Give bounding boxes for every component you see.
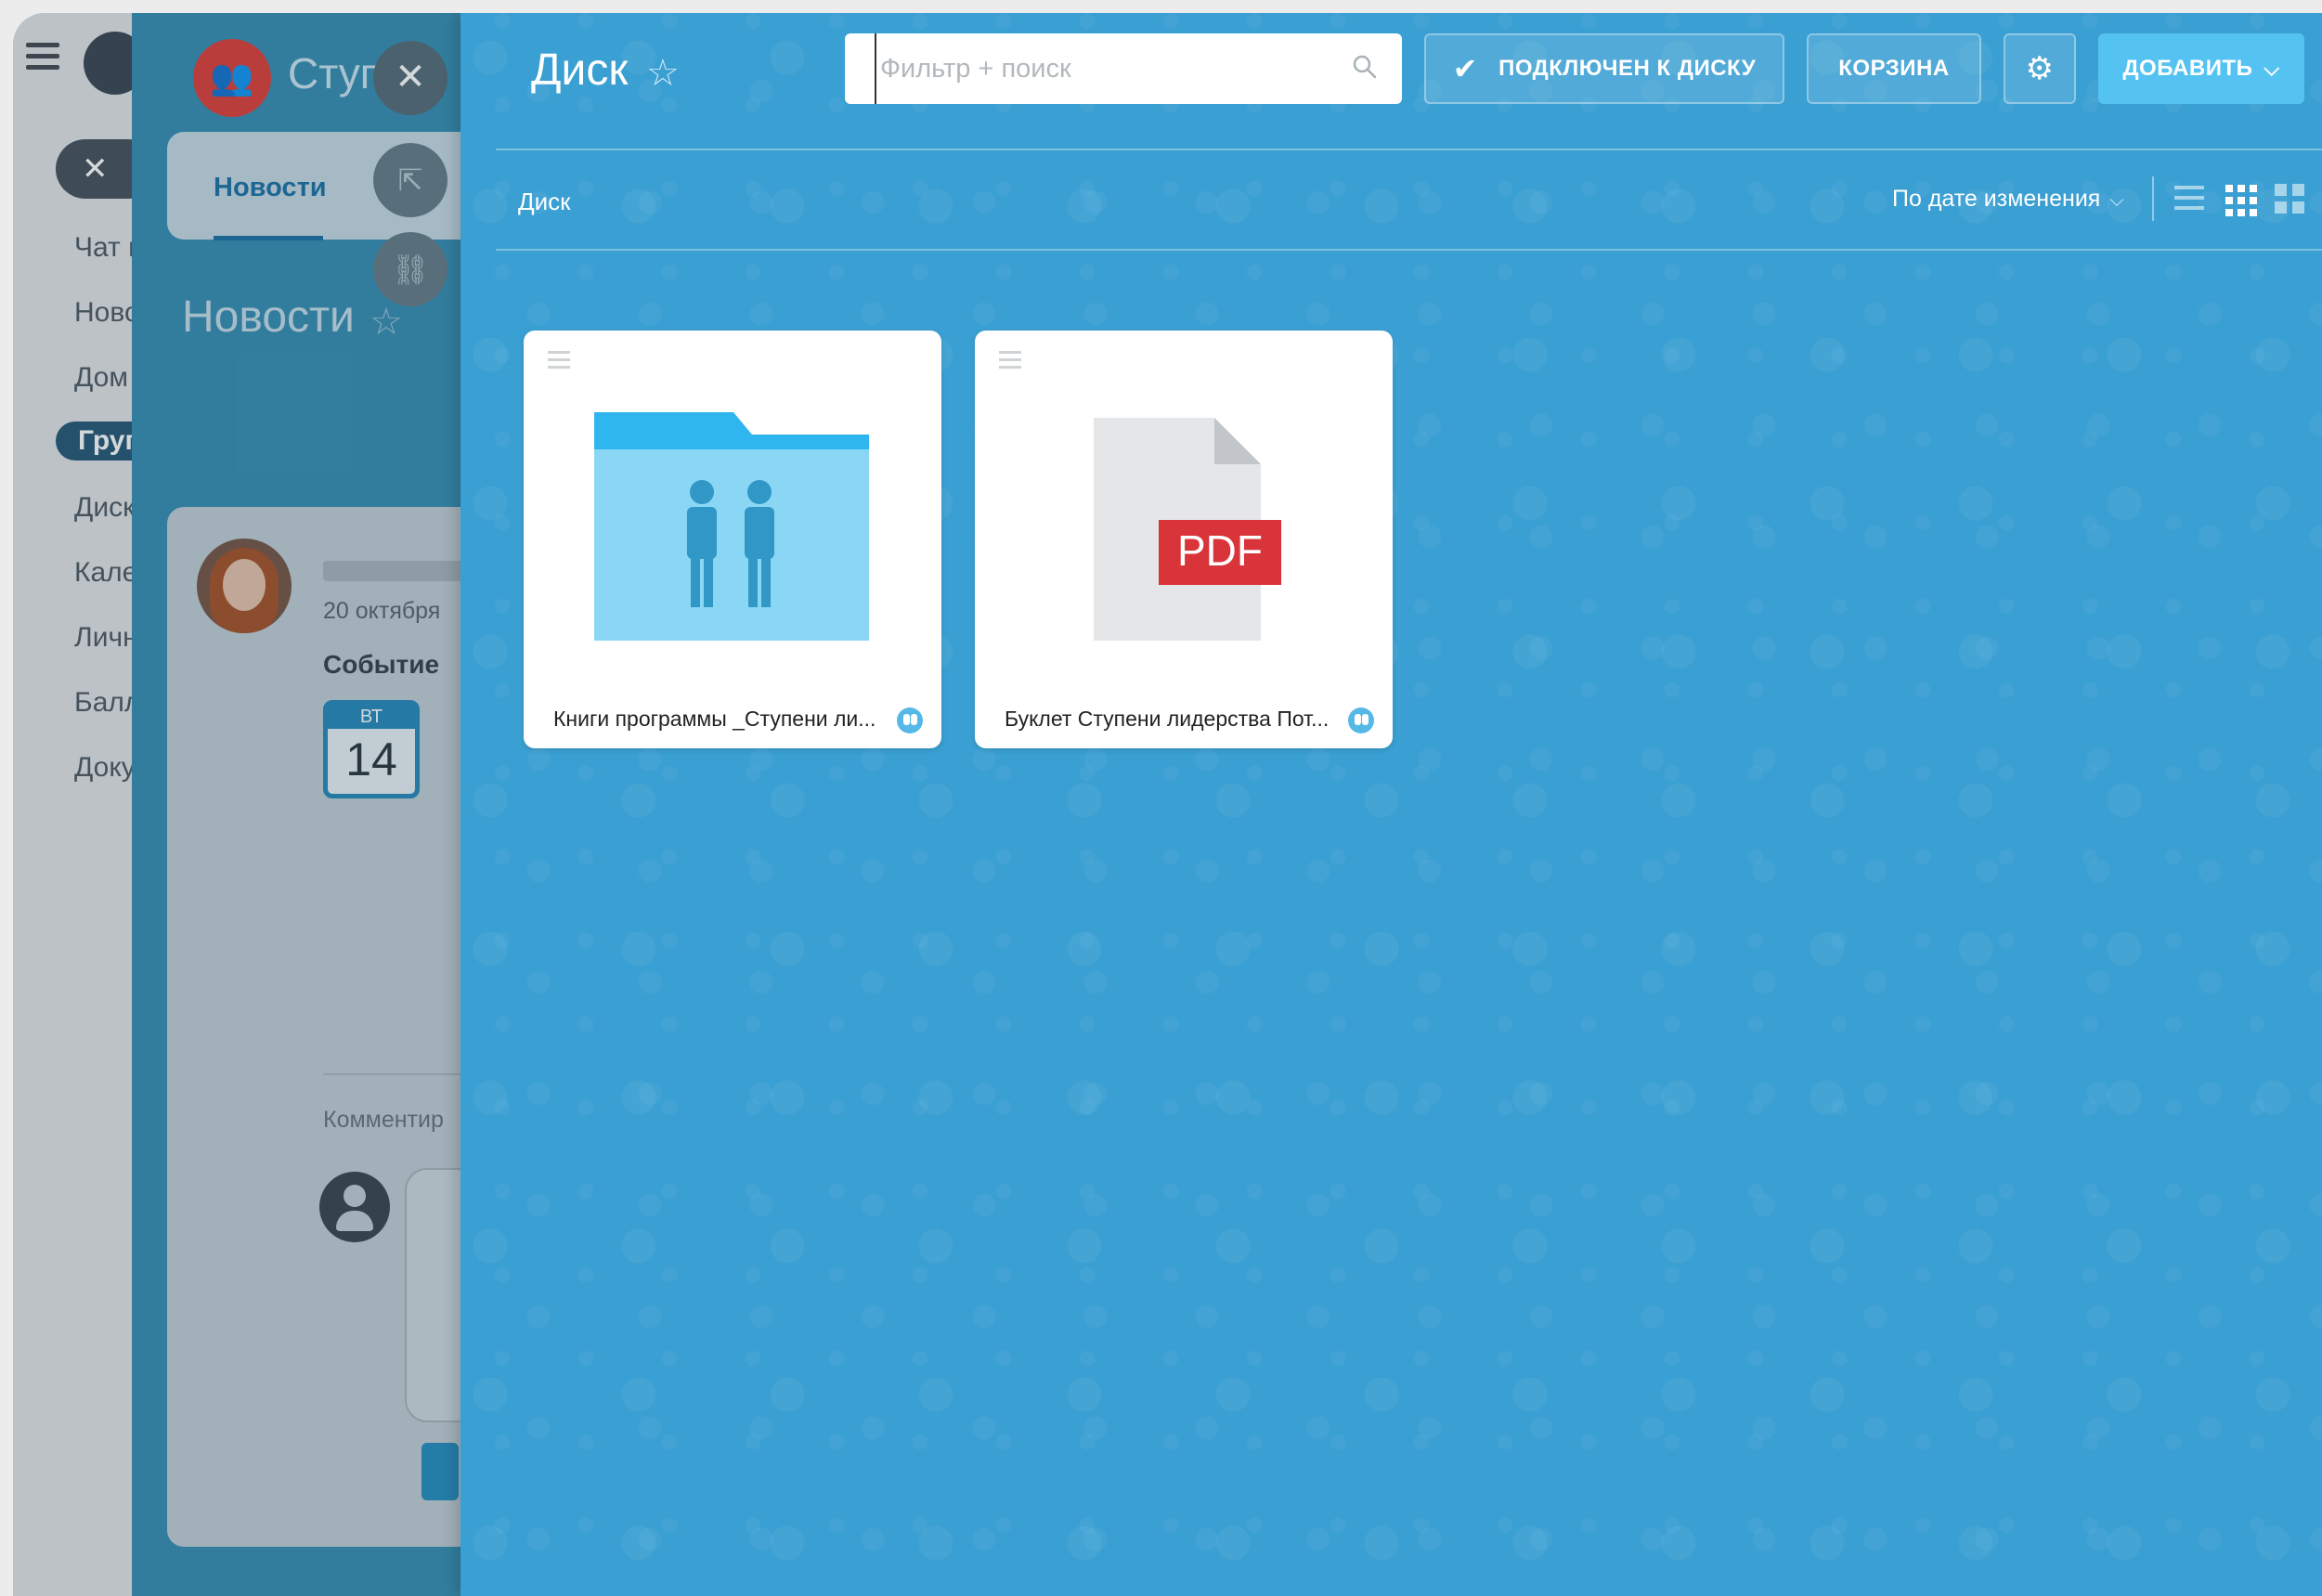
menu-item-news[interactable]: Ново xyxy=(74,297,140,329)
menu-item-calendar[interactable]: Кале xyxy=(74,557,137,589)
item-menu-icon[interactable] xyxy=(548,351,570,373)
calendar-day: 14 xyxy=(345,733,397,785)
tab-news[interactable]: Новости xyxy=(214,173,327,203)
item-menu-icon[interactable] xyxy=(999,351,1021,373)
add-button[interactable]: ДОБАВИТЬ ⌵ xyxy=(2098,33,2304,104)
chevron-down-icon: ⌵ xyxy=(2109,190,2124,211)
post-author-avatar[interactable] xyxy=(197,538,292,633)
left-menu: ✕ Чат и Ново Дом Груп Диск Кале Личн Бал… xyxy=(13,13,164,1596)
search-icon[interactable] xyxy=(1352,54,1378,80)
disk-favorite-star-icon[interactable]: ☆ xyxy=(646,52,680,95)
menu-item-documents[interactable]: Доку xyxy=(74,752,136,784)
list-view-icon[interactable] xyxy=(2171,180,2208,217)
add-button-label: ДОБАВИТЬ xyxy=(2122,56,2253,81)
toolbar-divider xyxy=(496,149,2322,150)
disk-panel: Диск ☆ ✔ ПОДКЛЮЧЕН К ДИСКУ КОРЗИНА ⚙ ДОБ… xyxy=(461,13,2322,1596)
post-author-name-blurred[interactable] xyxy=(323,561,472,581)
sort-label: По дате изменения xyxy=(1892,186,2101,212)
copy-link-icon[interactable]: ⛓ xyxy=(373,232,448,306)
event-calendar-icon: ВТ 14 xyxy=(323,700,420,798)
search-input[interactable] xyxy=(875,33,1354,104)
file-name[interactable]: Буклет Ступени лидерства Пот... xyxy=(1005,707,1357,732)
chevron-down-icon: ⌵ xyxy=(2264,57,2280,80)
view-separator xyxy=(2152,176,2154,221)
menu-item-points[interactable]: Балл xyxy=(74,687,140,719)
group-avatar-icon: 👥 xyxy=(193,39,271,117)
group-title: Ступ xyxy=(288,49,383,97)
favorite-star-icon[interactable]: ☆ xyxy=(370,301,403,344)
tab-active-underline xyxy=(214,236,323,240)
file-card-folder[interactable]: Книги программы _Ступени ли... xyxy=(524,331,941,748)
sort-dropdown[interactable]: По дате изменения ⌵ xyxy=(1892,186,2124,213)
calendar-weekday: ВТ xyxy=(328,705,415,729)
shared-folder-icon xyxy=(594,412,869,641)
comment-send-button[interactable] xyxy=(422,1443,459,1500)
file-name[interactable]: Книги программы _Ступени ли... xyxy=(553,707,906,732)
breadcrumb[interactable]: Диск xyxy=(518,188,571,216)
menu-item-personal[interactable]: Личн xyxy=(74,622,138,654)
post-date: 20 октября xyxy=(323,598,441,624)
shared-badge-icon xyxy=(897,707,923,733)
menu-burger-icon[interactable] xyxy=(26,43,59,71)
checkmark-icon: ✔ xyxy=(1452,52,1479,85)
search-box xyxy=(845,33,1402,104)
menu-item-home[interactable]: Дом xyxy=(74,362,128,394)
group-page-title: Новости xyxy=(182,292,355,342)
settings-gear-icon[interactable]: ⚙ xyxy=(2004,33,2076,104)
pdf-badge-text: PDF xyxy=(1177,526,1263,575)
breadcrumb-divider xyxy=(496,249,2322,251)
group-panel-close-button[interactable]: ✕ xyxy=(373,41,448,115)
disk-title: Диск xyxy=(531,45,629,95)
post-event-label: Событие xyxy=(323,650,440,679)
tile-view-icon[interactable] xyxy=(2271,180,2308,217)
app-window: ✕ Чат и Ново Дом Груп Диск Кале Личн Бал… xyxy=(13,13,2322,1596)
comment-label: Комментир xyxy=(323,1107,444,1133)
grid-view-icon[interactable] xyxy=(2221,180,2258,217)
connected-to-disk-label: ПОДКЛЮЧЕН К ДИСКУ xyxy=(1498,56,1757,81)
menu-item-disk[interactable]: Диск xyxy=(74,492,135,524)
trash-button[interactable]: КОРЗИНА xyxy=(1807,33,1981,104)
file-card-pdf[interactable]: PDF Буклет Ступени лидерства Пот... xyxy=(975,331,1393,748)
comment-user-avatar-icon xyxy=(319,1172,390,1242)
shared-badge-icon xyxy=(1348,707,1374,733)
pdf-file-icon: PDF xyxy=(1094,418,1281,641)
connected-to-disk-button[interactable]: ✔ ПОДКЛЮЧЕН К ДИСКУ xyxy=(1424,33,1784,104)
open-external-icon[interactable]: ⇱ xyxy=(373,143,448,217)
